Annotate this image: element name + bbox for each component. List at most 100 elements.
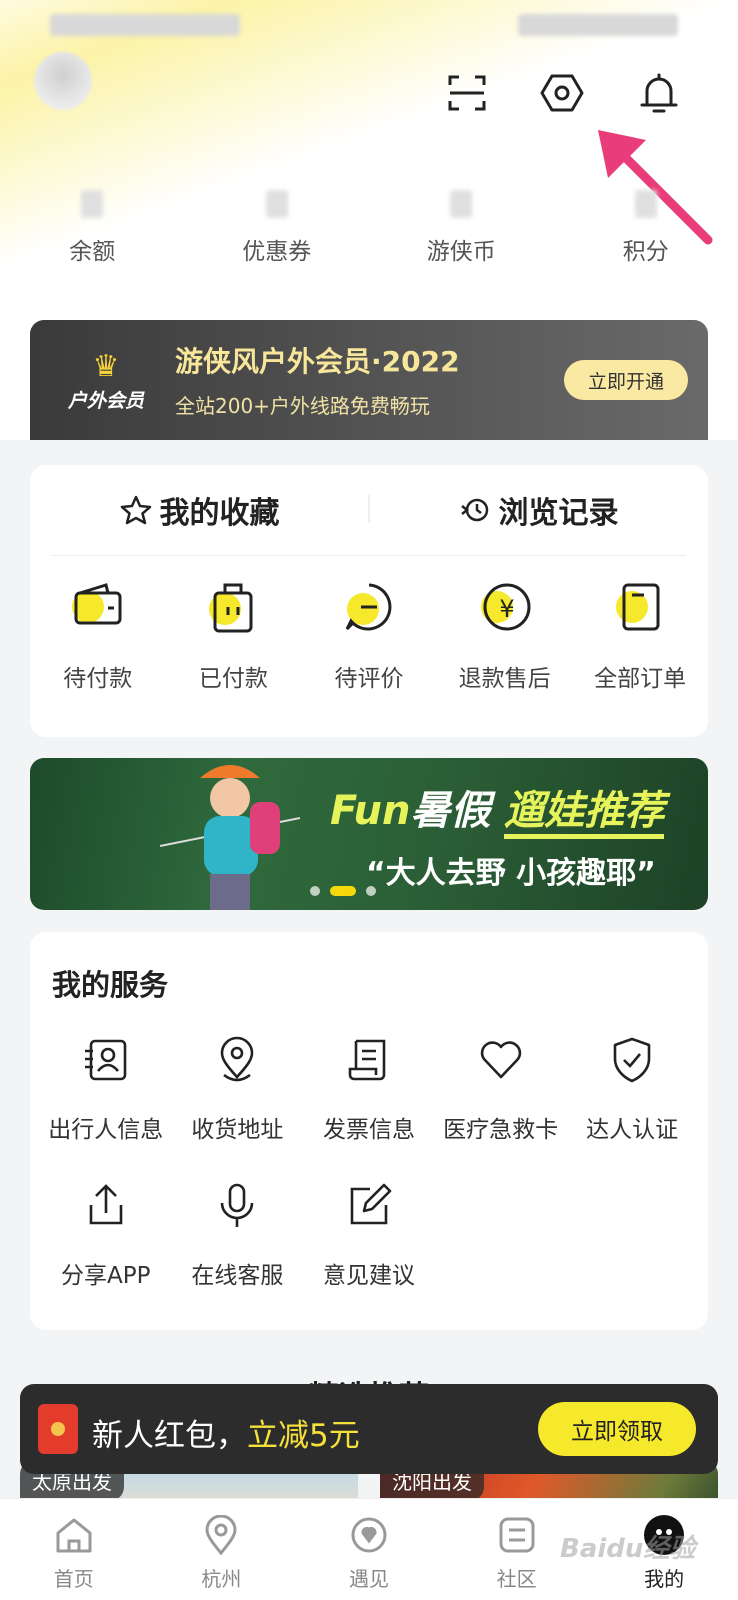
- shield-check-icon: [604, 1032, 660, 1088]
- divider: [368, 495, 370, 523]
- star-icon: [120, 495, 151, 525]
- history-label: 浏览记录: [498, 496, 619, 531]
- asset-label: 优惠券: [242, 239, 312, 265]
- carousel-dot-active[interactable]: [330, 886, 356, 896]
- order-label: 退款售后: [458, 666, 551, 692]
- banner-fun: Fun: [330, 788, 411, 834]
- asset-value-blurred: [634, 190, 657, 218]
- invoice-icon: [341, 1032, 397, 1088]
- carousel-dot[interactable]: [310, 886, 320, 896]
- favorites-button[interactable]: 我的收藏: [30, 488, 369, 532]
- order-paid[interactable]: 已付款: [166, 575, 302, 725]
- service-label: 发票信息: [322, 1117, 415, 1143]
- compass-icon: [347, 1513, 391, 1557]
- orders-card: 我的收藏 浏览记录 待付款 已付款 待评价 ¥ 退款售后 全部订单: [30, 465, 708, 737]
- membership-activate-button[interactable]: 立即开通: [564, 360, 688, 400]
- order-label: 待评价: [334, 666, 404, 692]
- order-all[interactable]: 全部订单: [572, 575, 708, 725]
- membership-badge: ♛ 户外会员: [56, 342, 156, 422]
- home-icon: [52, 1513, 96, 1557]
- asset-balance[interactable]: 余额: [0, 190, 185, 280]
- divider: [52, 555, 686, 556]
- edit-icon: [341, 1178, 397, 1234]
- status-indicators-blurred: [518, 14, 678, 36]
- service-label: 达人认证: [586, 1117, 679, 1143]
- red-packet-label: 新人红包，: [92, 1418, 247, 1454]
- refund-icon: ¥: [473, 575, 537, 639]
- tab-home[interactable]: 首页: [0, 1499, 148, 1600]
- svg-text:¥: ¥: [499, 595, 514, 623]
- asset-coins[interactable]: 游侠币: [369, 190, 554, 280]
- membership-card[interactable]: ♛ 户外会员 游侠风户外会员·2022 全站200+户外线路免费畅玩 立即开通: [30, 320, 708, 440]
- services-grid: 出行人信息 收货地址 发票信息 医疗急救卡 达人认证 分享APP 在线客服 意见…: [40, 1032, 698, 1324]
- asset-value-blurred: [450, 190, 473, 218]
- location-icon: [209, 1032, 265, 1088]
- asset-label: 积分: [622, 239, 669, 265]
- tab-meet[interactable]: 遇见: [295, 1499, 443, 1600]
- asset-value-blurred: [81, 190, 104, 218]
- order-label: 已付款: [198, 666, 268, 692]
- membership-subtitle: 全站200+户外线路免费畅玩: [175, 394, 430, 418]
- share-icon: [78, 1178, 134, 1234]
- service-online-support[interactable]: 在线客服: [172, 1178, 304, 1324]
- service-label: 收货地址: [191, 1117, 284, 1143]
- banner-headline-b: 遛娃推荐: [504, 788, 665, 839]
- bag-icon: [201, 575, 265, 639]
- map-pin-icon: [199, 1513, 243, 1557]
- membership-title: 游侠风户外会员·2022: [175, 345, 460, 378]
- heart-icon: [473, 1032, 529, 1088]
- service-medical-card[interactable]: 医疗急救卡: [435, 1032, 567, 1178]
- carousel-dot[interactable]: [366, 886, 376, 896]
- order-status-row: 待付款 已付款 待评价 ¥ 退款售后 全部订单: [30, 575, 708, 725]
- crown-icon: ♛: [92, 348, 120, 384]
- banner-headline-a: 暑假: [410, 788, 505, 834]
- wallet-icon: [66, 575, 130, 639]
- red-packet-highlight: 立减5元: [247, 1418, 360, 1454]
- bell-icon[interactable]: [636, 70, 682, 116]
- order-pending-payment[interactable]: 待付款: [30, 575, 166, 725]
- membership-badge-text: 户外会员: [67, 389, 144, 412]
- service-traveler-info[interactable]: 出行人信息: [40, 1032, 172, 1178]
- order-refund[interactable]: ¥ 退款售后: [437, 575, 573, 725]
- order-label: 全部订单: [594, 666, 687, 692]
- order-to-review[interactable]: 待评价: [301, 575, 437, 725]
- red-envelope-icon: [38, 1404, 78, 1454]
- services-card: 我的服务 出行人信息 收货地址 发票信息 医疗急救卡 达人认证 分享APP 在线…: [30, 932, 708, 1330]
- asset-points[interactable]: 积分: [554, 190, 738, 280]
- tab-label: 我的: [644, 1567, 685, 1591]
- asset-coupons[interactable]: 优惠券: [185, 190, 370, 280]
- claim-red-packet-button[interactable]: 立即领取: [538, 1402, 696, 1456]
- tab-label: 杭州: [201, 1567, 242, 1591]
- banner-headline: Fun暑假 遛娃推荐: [330, 778, 665, 839]
- comment-icon: [337, 575, 401, 639]
- asset-label: 游侠币: [426, 239, 496, 265]
- community-icon: [495, 1513, 539, 1557]
- carousel-dots: [310, 886, 376, 896]
- service-share-app[interactable]: 分享APP: [40, 1178, 172, 1324]
- scan-icon[interactable]: [444, 70, 490, 116]
- avatar[interactable]: [34, 52, 92, 110]
- service-invoice[interactable]: 发票信息: [303, 1032, 435, 1178]
- history-button[interactable]: 浏览记录: [369, 488, 708, 532]
- asset-label: 余额: [69, 239, 116, 265]
- service-address[interactable]: 收货地址: [172, 1032, 304, 1178]
- assets-row: 余额 优惠券 游侠币 积分: [0, 190, 738, 280]
- settings-icon[interactable]: [539, 70, 585, 116]
- history-icon: [460, 498, 488, 522]
- status-time-blurred: [50, 14, 240, 36]
- service-label: 在线客服: [191, 1263, 284, 1289]
- status-bar: [0, 0, 738, 50]
- microphone-icon: [209, 1178, 265, 1234]
- service-feedback[interactable]: 意见建议: [303, 1178, 435, 1324]
- banner-slogan: “大人去野 小孩趣耶”: [366, 856, 656, 891]
- red-packet-text: 新人红包，立减5元: [92, 1410, 360, 1455]
- promo-banner[interactable]: Fun暑假 遛娃推荐 “大人去野 小孩趣耶”: [30, 758, 708, 910]
- new-user-red-packet-bar[interactable]: 新人红包，立减5元 立即领取: [20, 1384, 718, 1474]
- tab-label: 遇见: [348, 1567, 389, 1591]
- tab-city[interactable]: 杭州: [148, 1499, 296, 1600]
- traveler-icon: [78, 1032, 134, 1088]
- orders-icon: [608, 575, 672, 639]
- service-label: 分享APP: [61, 1263, 151, 1289]
- service-expert-certification[interactable]: 达人认证: [566, 1032, 698, 1178]
- order-label: 待付款: [63, 666, 133, 692]
